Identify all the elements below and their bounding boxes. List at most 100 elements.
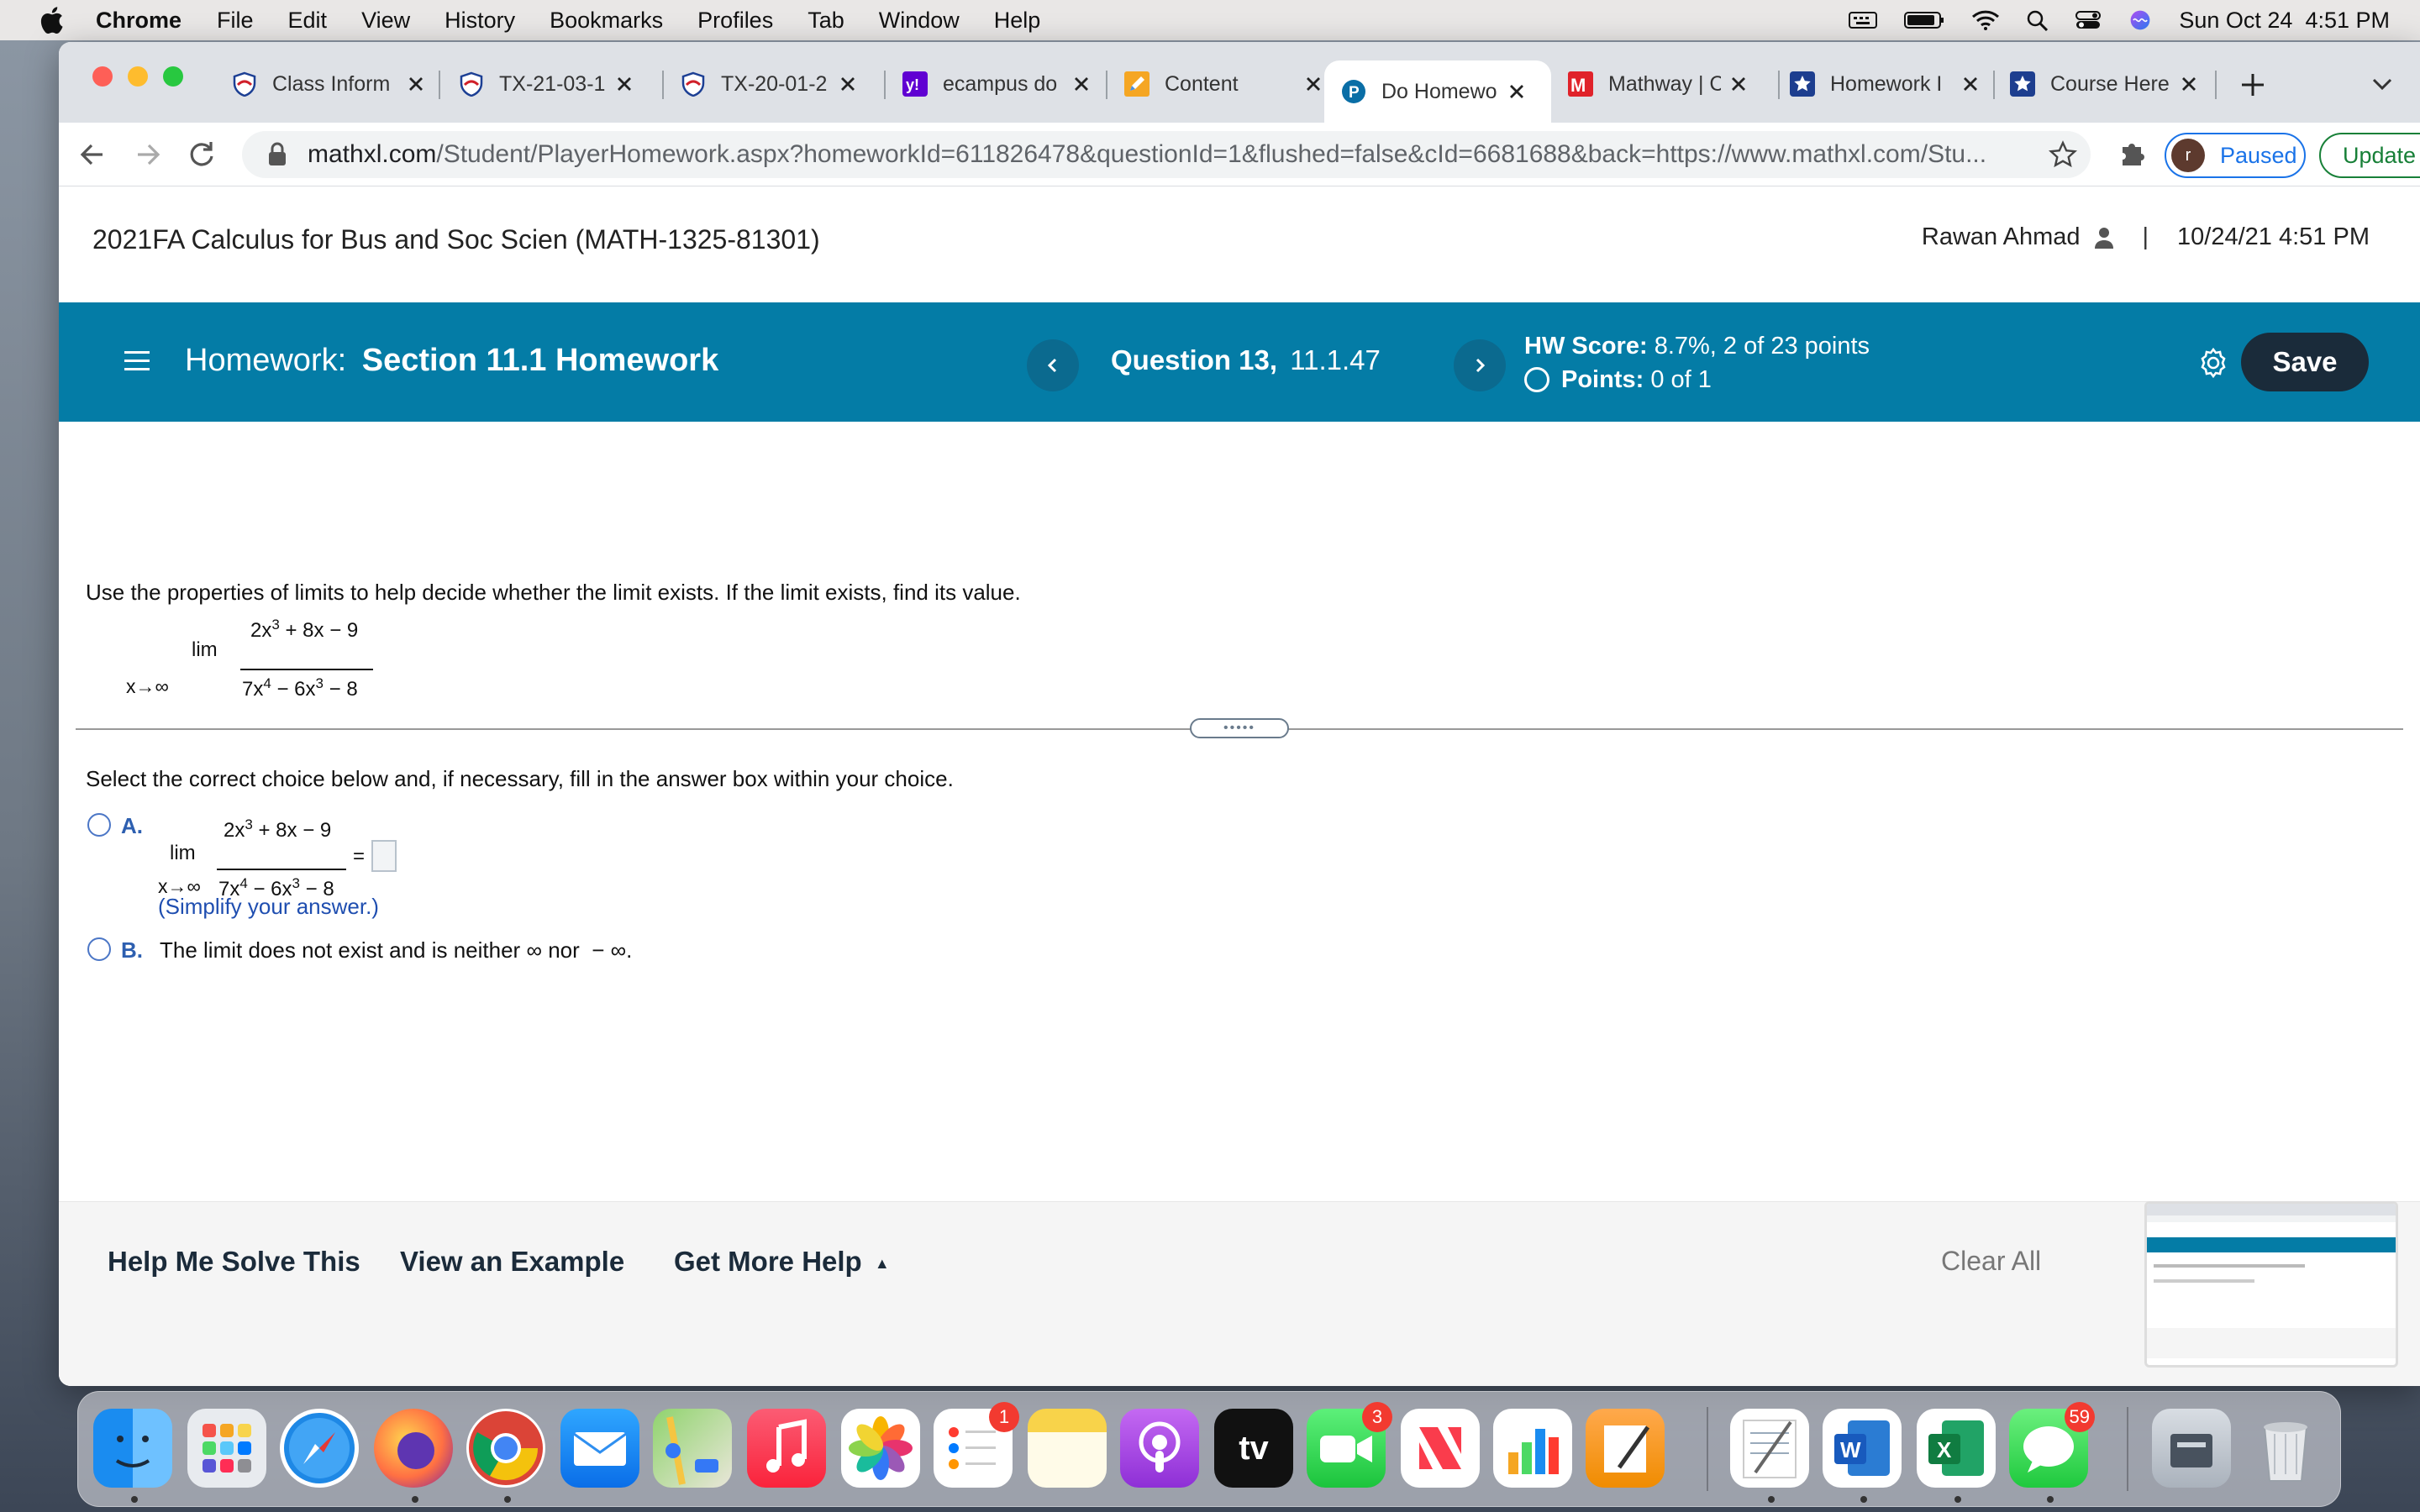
- close-icon[interactable]: [1071, 73, 1092, 95]
- settings-gear-icon[interactable]: [2196, 346, 2230, 380]
- tab-title: Homework I: [1830, 71, 1943, 96]
- numbers-icon[interactable]: [1493, 1409, 1572, 1488]
- course-title[interactable]: 2021FA Calculus for Bus and Soc Scien (M…: [92, 224, 820, 255]
- lock-icon[interactable]: [267, 142, 287, 167]
- user-name[interactable]: Rawan Ahmad: [1922, 223, 2081, 251]
- profile-paused-button[interactable]: r Paused: [2165, 133, 2306, 178]
- points-label: Points:: [1561, 366, 1644, 393]
- messages-icon[interactable]: 59: [2009, 1402, 2095, 1488]
- wifi-icon[interactable]: [1970, 9, 2001, 31]
- battery-icon[interactable]: [1903, 9, 1945, 31]
- menubar-datetime[interactable]: Sun Oct 24 4:51 PM: [2179, 8, 2390, 34]
- siri-icon[interactable]: [2127, 9, 2154, 31]
- photos-icon[interactable]: [841, 1409, 920, 1488]
- menu-view[interactable]: View: [361, 8, 410, 34]
- menu-app-name[interactable]: Chrome: [96, 8, 182, 34]
- tab-homework-help[interactable]: Homework I: [1790, 60, 1981, 108]
- close-icon[interactable]: [1960, 73, 1981, 95]
- facetime-icon[interactable]: 3: [1307, 1402, 1392, 1488]
- textedit-icon[interactable]: [1730, 1409, 1809, 1488]
- update-chrome-button[interactable]: Update: [2319, 133, 2420, 178]
- window-zoom-button[interactable]: [163, 66, 183, 87]
- new-tab-plus-icon[interactable]: [2238, 71, 2267, 99]
- tab-course-hero[interactable]: Course Here: [2010, 60, 2200, 108]
- launchpad-icon[interactable]: [187, 1409, 266, 1488]
- tab-content[interactable]: Content: [1124, 60, 1324, 108]
- tab-do-homework[interactable]: P Do Homewo: [1324, 60, 1551, 123]
- previous-question-button[interactable]: [1027, 339, 1079, 391]
- answer-input-box[interactable]: [371, 840, 397, 872]
- homework-title: Homework: Section 11.1 Homework: [185, 343, 718, 379]
- extensions-puzzle-icon[interactable]: [2118, 139, 2148, 169]
- news-icon[interactable]: [1401, 1409, 1480, 1488]
- close-icon[interactable]: [1506, 81, 1528, 102]
- notes-icon[interactable]: [1028, 1409, 1107, 1488]
- spotlight-search-icon[interactable]: [2026, 9, 2049, 31]
- close-icon[interactable]: [405, 73, 427, 95]
- next-question-button[interactable]: [1454, 339, 1506, 391]
- avatar: r: [2171, 139, 2205, 172]
- menu-file[interactable]: File: [217, 8, 254, 34]
- chrome-icon[interactable]: [466, 1409, 545, 1488]
- get-more-help-button[interactable]: Get More Help ▲: [674, 1246, 890, 1278]
- menu-edit[interactable]: Edit: [288, 8, 328, 34]
- tab-class-info[interactable]: Class Inform: [232, 60, 427, 108]
- clear-all-button[interactable]: Clear All: [1941, 1246, 2041, 1277]
- bookmark-star-icon[interactable]: [2049, 140, 2077, 169]
- firefox-icon[interactable]: [374, 1409, 453, 1488]
- finder-icon[interactable]: [93, 1409, 172, 1488]
- music-icon[interactable]: [747, 1409, 826, 1488]
- view-example-button[interactable]: View an Example: [400, 1246, 624, 1278]
- help-me-solve-button[interactable]: Help Me Solve This: [108, 1246, 360, 1278]
- tab-title: Mathway | C: [1608, 71, 1721, 96]
- user-icon[interactable]: [2094, 227, 2114, 249]
- menu-help[interactable]: Help: [994, 8, 1041, 34]
- menu-window[interactable]: Window: [879, 8, 960, 34]
- save-button[interactable]: Save: [2241, 333, 2369, 391]
- address-bar[interactable]: mathxl.com/Student/PlayerHomework.aspx?h…: [242, 131, 2091, 178]
- excel-icon[interactable]: X: [1917, 1409, 1996, 1488]
- browser-window: Class Inform TX-21-03-1 TX-20-01-2 y! ec…: [59, 42, 2420, 1386]
- homework-name: Section 11.1 Homework: [361, 343, 719, 378]
- menu-profiles[interactable]: Profiles: [697, 8, 773, 34]
- choice-b-text[interactable]: The limit does not exist and is neither …: [160, 937, 632, 963]
- menu-bookmarks[interactable]: Bookmarks: [550, 8, 663, 34]
- control-center-icon[interactable]: [2075, 9, 2102, 31]
- window-close-button[interactable]: [92, 66, 113, 87]
- keyboard-icon[interactable]: [1848, 9, 1878, 31]
- podcasts-icon[interactable]: [1120, 1409, 1199, 1488]
- downloads-folder-icon[interactable]: [2152, 1409, 2231, 1488]
- pages-icon[interactable]: [1586, 1409, 1665, 1488]
- screenshot-thumbnail[interactable]: [2144, 1201, 2398, 1368]
- apple-icon[interactable]: [39, 6, 64, 34]
- forward-arrow-icon[interactable]: [131, 138, 165, 171]
- close-icon[interactable]: [1728, 73, 1749, 95]
- tab-search-chevron-down-icon[interactable]: [2371, 76, 2393, 92]
- choice-b-radio[interactable]: [87, 937, 111, 961]
- pane-resize-handle[interactable]: •••••: [1190, 718, 1289, 738]
- word-icon[interactable]: W: [1823, 1409, 1902, 1488]
- question-number: Question 13,: [1111, 344, 1278, 375]
- safari-icon[interactable]: [280, 1409, 359, 1488]
- hamburger-menu-icon[interactable]: [124, 349, 150, 373]
- window-minimize-button[interactable]: [128, 66, 148, 87]
- tab-tx-20-01[interactable]: TX-20-01-2: [681, 60, 859, 108]
- close-icon[interactable]: [613, 73, 635, 95]
- tab-ecampus[interactable]: y! ecampus do: [902, 60, 1092, 108]
- mail-icon[interactable]: [560, 1409, 639, 1488]
- tab-tx-21-03[interactable]: TX-21-03-1: [459, 60, 635, 108]
- menu-tab[interactable]: Tab: [808, 8, 844, 34]
- reminders-icon[interactable]: 1: [934, 1402, 1019, 1488]
- tab-mathway[interactable]: M Mathway | C: [1568, 60, 1749, 108]
- close-icon[interactable]: [1302, 73, 1324, 95]
- apple-tv-icon[interactable]: tv: [1214, 1409, 1293, 1488]
- close-icon[interactable]: [2178, 73, 2200, 95]
- maps-icon[interactable]: [653, 1409, 732, 1488]
- choice-a-radio[interactable]: [87, 813, 111, 837]
- menu-history[interactable]: History: [445, 8, 515, 34]
- apple-tv-label: tv: [1239, 1429, 1269, 1467]
- reload-icon[interactable]: [185, 138, 218, 171]
- close-icon[interactable]: [837, 73, 859, 95]
- trash-icon[interactable]: [2246, 1409, 2325, 1488]
- back-arrow-icon[interactable]: [76, 138, 109, 171]
